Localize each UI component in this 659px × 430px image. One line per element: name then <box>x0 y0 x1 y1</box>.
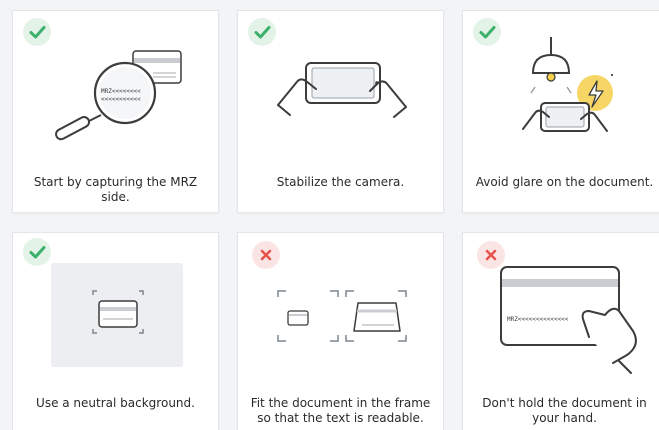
tip-caption: Start by capturing the MRZ side. <box>33 175 198 204</box>
mrz-text: MRZ<<<<<<<<<<<<<< <box>507 316 569 323</box>
hands-holding-phone-illustration <box>277 62 407 118</box>
tip-card-mrz: MRZ<<<<<<<< <<<<<<<<<<< Start by capturi… <box>12 10 219 213</box>
neutral-background-illustration <box>51 263 183 367</box>
tip-caption: Don't hold the document in your hand. <box>482 396 647 425</box>
mrz-text-line2: <<<<<<<<<<< <box>101 96 141 103</box>
tip-card-stabilize: Stabilize the camera. <box>237 10 444 213</box>
tip-caption: Avoid glare on the document. <box>475 175 654 189</box>
tip-card-glare: Avoid glare on the document. <box>462 10 659 213</box>
magnifier-over-document-illustration: MRZ<<<<<<<< <<<<<<<<<<< <box>55 50 182 141</box>
tip-caption: Stabilize the camera. <box>276 175 405 189</box>
tip-caption: Fit the document in the frame so that th… <box>250 396 431 425</box>
tip-card-background: Use a neutral background. <box>12 232 219 430</box>
document-frame-comparison-illustration <box>277 290 407 342</box>
tip-card-hold-hand: MRZ<<<<<<<<<<<<<< Don't hold the documen… <box>462 232 659 430</box>
tip-card-fit-frame: Fit the document in the frame so that th… <box>237 232 444 430</box>
mrz-text: MRZ<<<<<<<< <box>101 88 141 95</box>
lamp-glare-illustration <box>522 37 613 132</box>
hand-holding-document-illustration: MRZ<<<<<<<<<<<<<< <box>500 266 637 374</box>
tip-caption: Use a neutral background. <box>36 396 195 410</box>
